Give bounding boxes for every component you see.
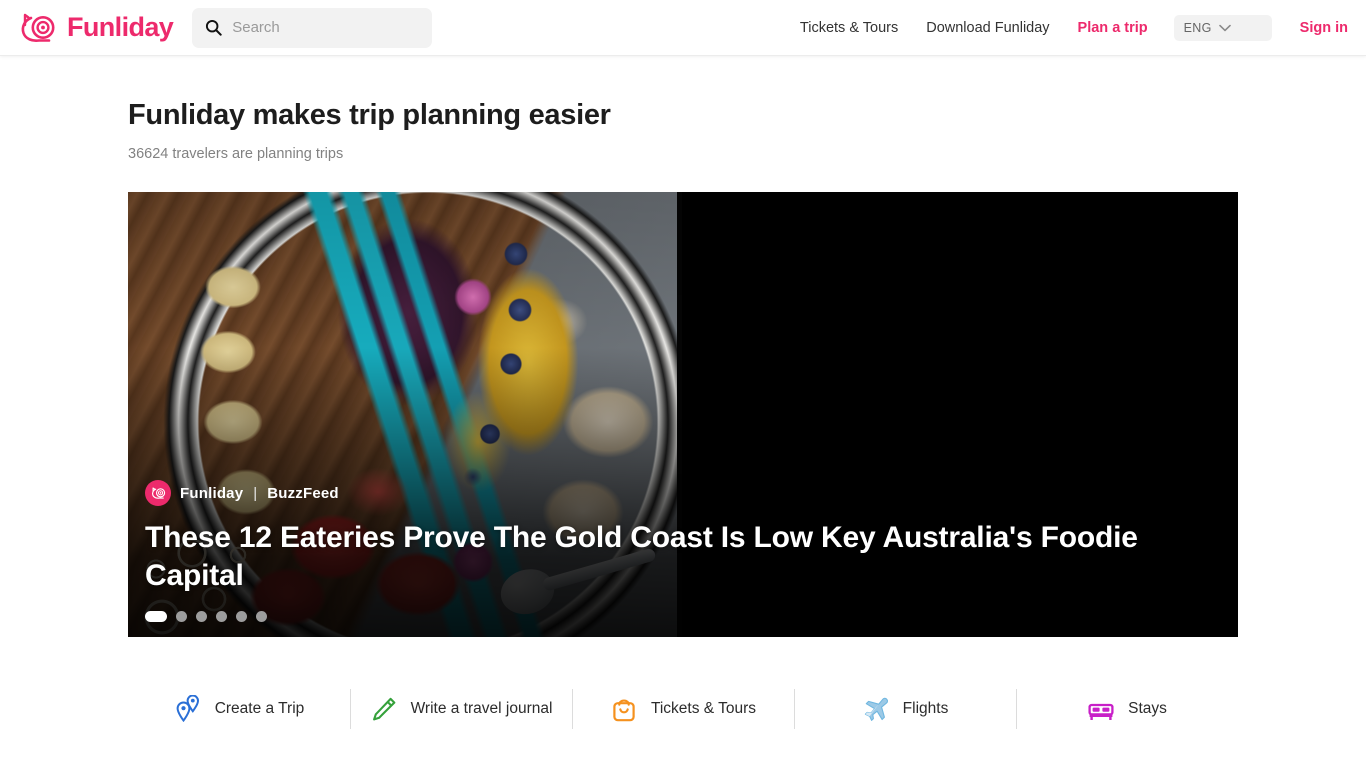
airplane-icon [864, 697, 888, 721]
carousel-dot-6[interactable] [256, 611, 267, 622]
search-icon [206, 19, 222, 36]
carousel-title[interactable]: These 12 Eateries Prove The Gold Coast I… [145, 519, 1178, 595]
action-write-a-travel-journal[interactable]: Write a travel journal [350, 679, 572, 739]
carousel-publisher: BuzzFeed [267, 484, 339, 502]
action-label: Tickets & Tours [650, 700, 757, 717]
carousel-dot-2[interactable] [176, 611, 187, 622]
brand-name: Funliday [67, 12, 174, 42]
search-input[interactable] [232, 19, 420, 36]
search-box[interactable] [192, 7, 433, 48]
map-pins-icon [176, 695, 199, 723]
action-tickets-and-tours[interactable]: Tickets & Tours [572, 679, 794, 739]
carousel-dot-1[interactable] [145, 611, 167, 622]
carousel-source: Funliday | BuzzFeed [145, 480, 1178, 507]
nav-link-tickets-tours[interactable]: Tickets & Tours [786, 20, 912, 36]
action-label: Create a Trip [214, 700, 305, 717]
carousel-source-name: Funliday [180, 484, 244, 502]
action-label: Stays [1128, 700, 1167, 717]
site-header: Funliday Tickets & Tours Download Funlid… [0, 0, 1366, 56]
shopping-bag-icon [613, 699, 635, 722]
funliday-snail-logo-icon [21, 13, 55, 42]
chevron-down-icon [1218, 24, 1231, 31]
page-body: Funliday makes trip planning easier 3662… [0, 99, 1366, 739]
carousel-source-separator: | [253, 484, 258, 502]
language-selector[interactable]: ENG [1173, 14, 1272, 41]
language-label: ENG [1183, 20, 1212, 35]
funliday-badge-icon [145, 480, 171, 507]
action-create-a-trip[interactable]: Create a Trip [128, 679, 350, 739]
carousel-dot-5[interactable] [236, 611, 247, 622]
carousel-caption: Funliday | BuzzFeed These 12 Eateries Pr… [145, 480, 1178, 595]
quick-actions-bar: Create a Trip Write a travel journal Tic… [128, 679, 1238, 739]
carousel-dot-4[interactable] [216, 611, 227, 622]
carousel-pagination [145, 611, 267, 622]
action-label: Flights [902, 700, 949, 717]
sign-in-button[interactable]: Sign in [1286, 20, 1350, 36]
page-subtitle: 36624 travelers are planning trips [128, 146, 344, 162]
page-title: Funliday makes trip planning easier [128, 99, 611, 131]
action-label: Write a travel journal [410, 700, 553, 717]
nav-link-download-funliday[interactable]: Download Funliday [912, 20, 1063, 36]
carousel-dot-3[interactable] [196, 611, 207, 622]
featured-carousel[interactable]: Funliday | BuzzFeed These 12 Eateries Pr… [128, 192, 1238, 637]
action-stays[interactable]: Stays [1016, 679, 1238, 739]
action-flights[interactable]: Flights [794, 679, 1016, 739]
pencil-icon [372, 697, 395, 721]
main-nav: Tickets & Tours Download Funliday Plan a… [786, 14, 1366, 41]
brand-logo[interactable]: Funliday [18, 11, 174, 45]
bed-icon [1088, 703, 1114, 720]
nav-link-plan-a-trip[interactable]: Plan a trip [1064, 20, 1162, 36]
